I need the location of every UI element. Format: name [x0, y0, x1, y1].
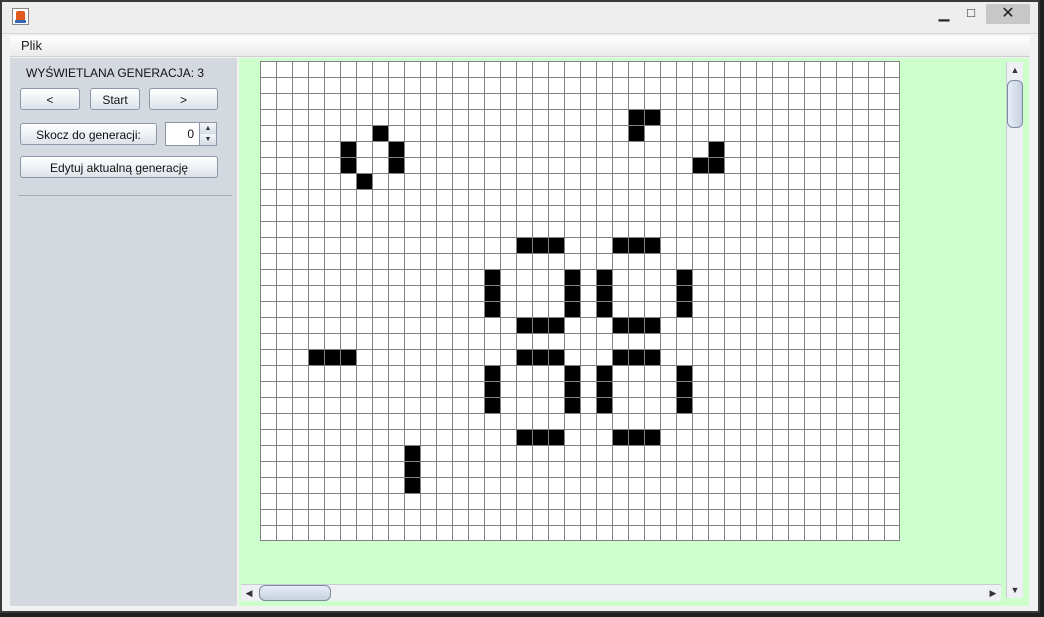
live-cell[interactable]	[516, 429, 532, 445]
live-cell[interactable]	[564, 381, 580, 397]
generation-spinner-value[interactable]: 0	[187, 127, 194, 141]
live-cell[interactable]	[548, 429, 564, 445]
scroll-down-icon[interactable]: ▼	[1007, 582, 1023, 598]
live-cell[interactable]	[340, 349, 356, 365]
live-cell[interactable]	[676, 365, 692, 381]
live-cell[interactable]	[484, 269, 500, 285]
menu-bar: Plik	[10, 36, 1030, 57]
java-app-icon	[12, 8, 29, 25]
live-cell[interactable]	[404, 461, 420, 477]
live-cell[interactable]	[484, 397, 500, 413]
live-cell[interactable]	[548, 237, 564, 253]
live-cell[interactable]	[628, 237, 644, 253]
live-cell[interactable]	[532, 429, 548, 445]
live-cell[interactable]	[644, 237, 660, 253]
live-cell[interactable]	[356, 173, 372, 189]
live-cell[interactable]	[372, 125, 388, 141]
live-cell[interactable]	[340, 157, 356, 173]
live-cell[interactable]	[564, 397, 580, 413]
spinner-down-icon[interactable]: ▼	[199, 134, 216, 145]
live-cell[interactable]	[532, 237, 548, 253]
scroll-left-icon[interactable]: ◀	[241, 585, 257, 601]
live-cell[interactable]	[484, 381, 500, 397]
live-cell[interactable]	[404, 477, 420, 493]
horizontal-scrollbar[interactable]: ◀ ▶	[241, 584, 1001, 601]
live-cell[interactable]	[644, 109, 660, 125]
live-cell[interactable]	[708, 157, 724, 173]
live-cell[interactable]	[564, 365, 580, 381]
live-cell[interactable]	[340, 141, 356, 157]
scroll-right-icon[interactable]: ▶	[985, 585, 1001, 601]
game-board[interactable]	[260, 61, 900, 546]
live-cell[interactable]	[596, 269, 612, 285]
panel-divider	[18, 195, 232, 196]
live-cell[interactable]	[676, 285, 692, 301]
jump-to-generation-button[interactable]: Skocz do generacji:	[20, 123, 157, 145]
live-cell[interactable]	[564, 301, 580, 317]
live-cell[interactable]	[516, 349, 532, 365]
minimize-button[interactable]: ▁	[932, 2, 956, 24]
live-cell[interactable]	[692, 157, 708, 173]
live-cell[interactable]	[676, 381, 692, 397]
live-cell[interactable]	[596, 381, 612, 397]
live-cell[interactable]	[612, 429, 628, 445]
live-cell[interactable]	[612, 317, 628, 333]
live-cell[interactable]	[676, 397, 692, 413]
live-cell[interactable]	[548, 349, 564, 365]
live-cell[interactable]	[308, 349, 324, 365]
live-cell[interactable]	[324, 349, 340, 365]
close-button[interactable]: ✕	[986, 4, 1030, 24]
title-bar: ▁ □ ✕	[2, 2, 1038, 34]
menu-file[interactable]: Plik	[21, 38, 42, 53]
vertical-scrollbar[interactable]: ▲ ▼	[1006, 62, 1023, 598]
next-generation-button[interactable]: >	[149, 88, 218, 110]
live-cell[interactable]	[564, 269, 580, 285]
live-cell[interactable]	[564, 285, 580, 301]
edit-generation-button[interactable]: Edytuj aktualną generację	[20, 156, 218, 178]
live-cell[interactable]	[532, 317, 548, 333]
live-cell[interactable]	[484, 365, 500, 381]
live-cell[interactable]	[484, 285, 500, 301]
live-cell[interactable]	[628, 317, 644, 333]
live-cell[interactable]	[708, 141, 724, 157]
previous-generation-button[interactable]: <	[20, 88, 80, 110]
live-cell[interactable]	[628, 109, 644, 125]
live-cell[interactable]	[612, 237, 628, 253]
live-cell[interactable]	[628, 349, 644, 365]
maximize-button[interactable]: □	[958, 2, 984, 24]
live-cell[interactable]	[612, 349, 628, 365]
generation-spinner[interactable]: 0 ▲ ▼	[165, 122, 217, 146]
live-cell[interactable]	[676, 301, 692, 317]
live-cell[interactable]	[628, 125, 644, 141]
live-cell[interactable]	[388, 157, 404, 173]
live-cell[interactable]	[532, 349, 548, 365]
live-cell[interactable]	[596, 397, 612, 413]
live-cell[interactable]	[596, 285, 612, 301]
live-cell[interactable]	[644, 429, 660, 445]
start-button[interactable]: Start	[90, 88, 140, 110]
horizontal-scroll-thumb[interactable]	[259, 585, 331, 601]
live-cell[interactable]	[548, 317, 564, 333]
scroll-up-icon[interactable]: ▲	[1007, 62, 1023, 78]
control-panel: WYŚWIETLANA GENERACJA: 3 < Start > Skocz…	[10, 58, 237, 606]
live-cell[interactable]	[388, 141, 404, 157]
live-cell[interactable]	[596, 301, 612, 317]
live-cell[interactable]	[644, 317, 660, 333]
live-cell[interactable]	[516, 237, 532, 253]
live-cell[interactable]	[484, 301, 500, 317]
live-cell[interactable]	[404, 445, 420, 461]
live-cell[interactable]	[516, 317, 532, 333]
live-cell[interactable]	[644, 349, 660, 365]
live-cell[interactable]	[676, 269, 692, 285]
generation-label: WYŚWIETLANA GENERACJA: 3	[26, 66, 205, 80]
live-cell[interactable]	[596, 365, 612, 381]
vertical-scroll-thumb[interactable]	[1007, 80, 1023, 128]
live-cell[interactable]	[628, 429, 644, 445]
